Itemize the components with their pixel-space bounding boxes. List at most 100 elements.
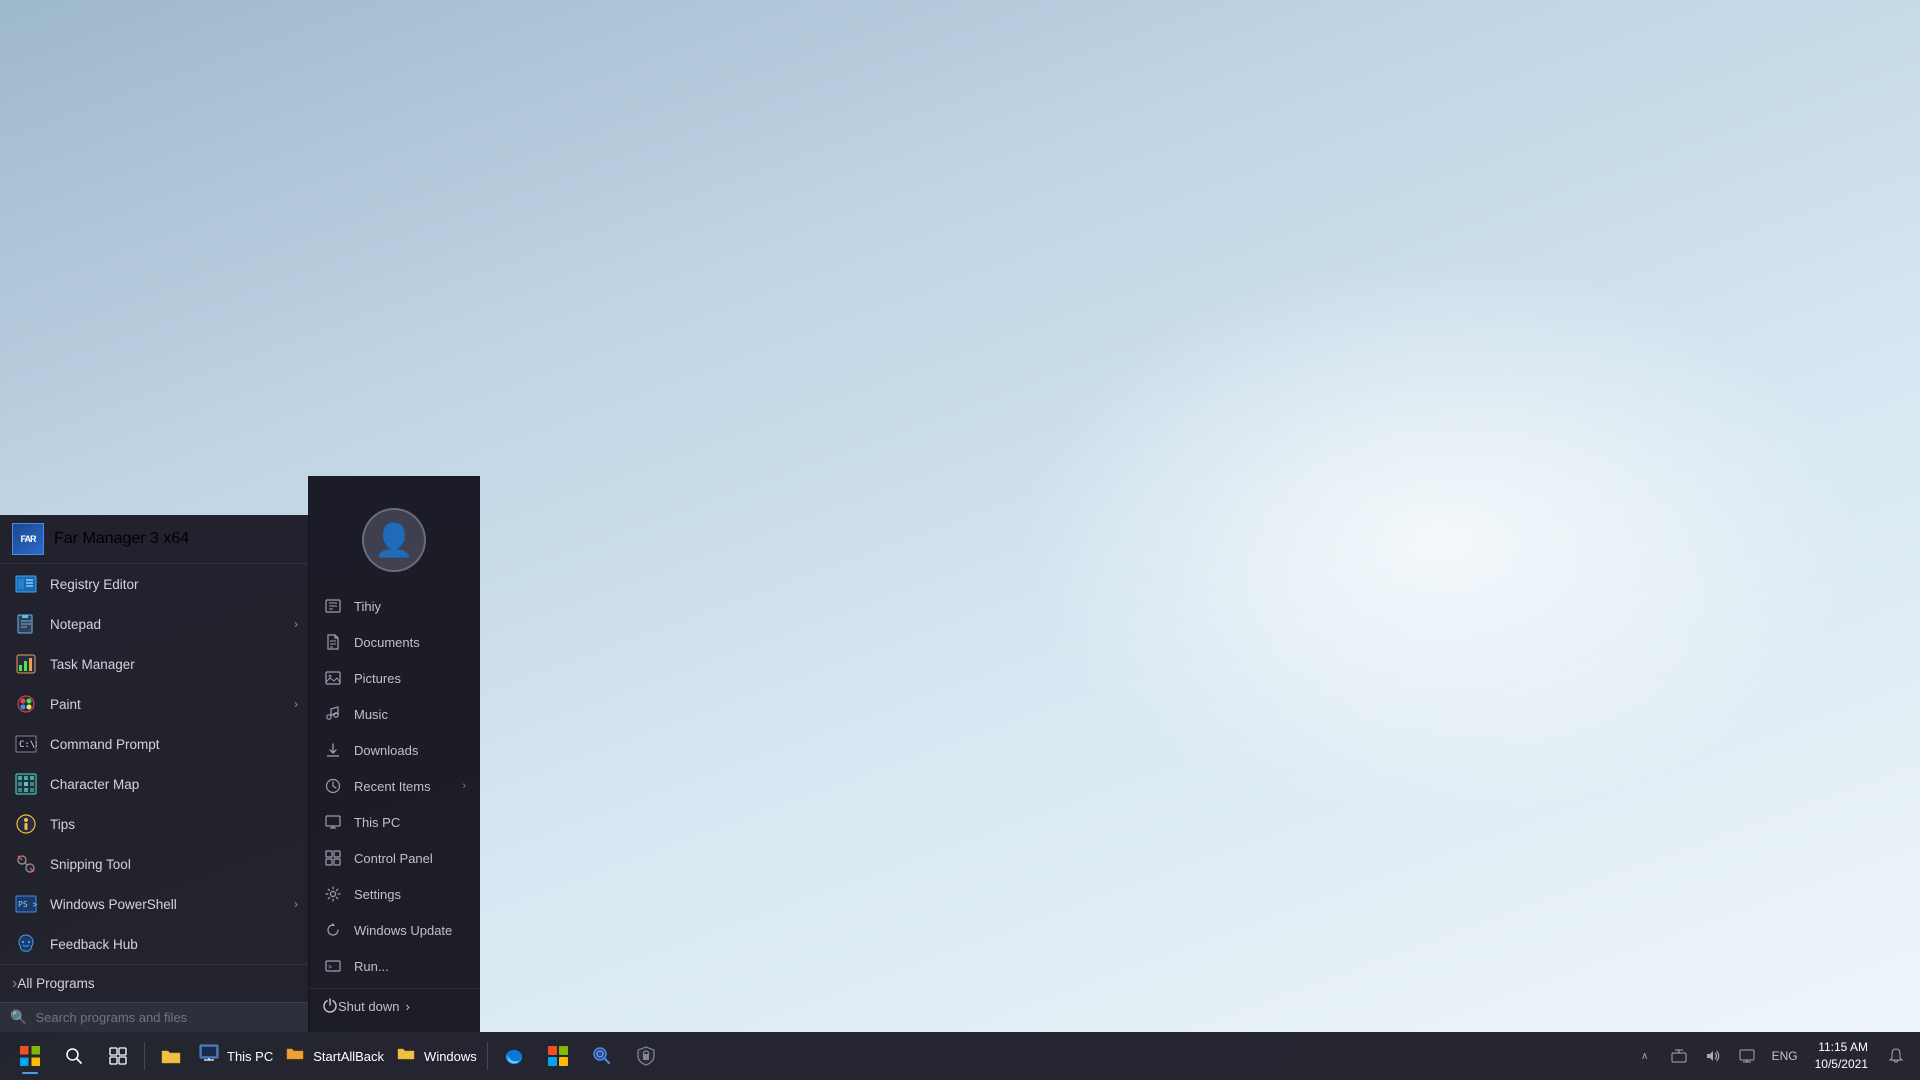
this-pc-taskbar-icon — [199, 1043, 219, 1069]
tihiy-label: Tihiy — [354, 599, 381, 614]
notepad-icon — [12, 610, 40, 638]
left-menu-item-feedback-hub[interactable]: Feedback Hub — [0, 924, 310, 964]
left-menu-item-registry-editor[interactable]: Registry Editor — [0, 564, 310, 604]
right-item-music[interactable]: Music — [308, 696, 480, 732]
clock-date: 10/5/2021 — [1815, 1056, 1868, 1073]
right-item-recent-items[interactable]: Recent Items › — [308, 768, 480, 804]
paint-arrow: › — [294, 697, 298, 711]
start-menu-right-panel: 👤 Tihiy Documents — [308, 476, 480, 1032]
search-bar: 🔍 — [0, 1002, 310, 1032]
this-pc-taskbar[interactable]: This PC — [193, 1036, 279, 1076]
store-button[interactable] — [538, 1036, 578, 1076]
start-button[interactable] — [10, 1036, 50, 1076]
this-pc-icon — [322, 811, 344, 833]
right-item-tihiy[interactable]: Tihiy — [308, 588, 480, 624]
user-avatar[interactable]: 👤 — [362, 508, 426, 572]
search-input[interactable] — [35, 1010, 300, 1025]
language-indicator[interactable]: ENG — [1767, 1047, 1803, 1065]
notification-button[interactable] — [1880, 1036, 1912, 1076]
start-menu-left-panel: FAR Far Manager 3 x64 Registry Editor — [0, 515, 310, 1032]
network-icon[interactable] — [1663, 1040, 1695, 1072]
right-item-this-pc[interactable]: This PC — [308, 804, 480, 840]
edge-button[interactable] — [494, 1036, 534, 1076]
command-prompt-icon: C:\>_ — [12, 730, 40, 758]
clock[interactable]: 11:15 AM 10/5/2021 — [1807, 1037, 1876, 1075]
security-button[interactable] — [626, 1036, 666, 1076]
windows-update-icon — [322, 919, 344, 941]
right-item-settings[interactable]: Settings — [308, 876, 480, 912]
settings-icon — [322, 883, 344, 905]
right-item-downloads[interactable]: Downloads — [308, 732, 480, 768]
recent-items-icon — [322, 775, 344, 797]
avatar-person-icon: 👤 — [374, 521, 414, 559]
windows-update-label: Windows Update — [354, 923, 452, 938]
taskbar: This PC StartAllBack Windows — [0, 1032, 1920, 1080]
windows-folder-icon — [396, 1043, 416, 1069]
tihiy-icon — [322, 595, 344, 617]
command-prompt-label: Command Prompt — [50, 737, 160, 752]
startallback-taskbar[interactable]: StartAllBack — [279, 1036, 390, 1076]
user-avatar-area: 👤 — [308, 484, 480, 588]
pictures-icon — [322, 667, 344, 689]
display-icon[interactable] — [1731, 1040, 1763, 1072]
paint-label: Paint — [50, 697, 81, 712]
right-item-windows-update[interactable]: Windows Update — [308, 912, 480, 948]
all-programs-label: All Programs — [17, 976, 94, 991]
all-programs-item[interactable]: › All Programs — [0, 964, 310, 1002]
svg-text:>_: >_ — [328, 963, 337, 971]
recent-items-arrow: › — [462, 780, 466, 792]
svg-text:PS >_: PS >_ — [18, 900, 37, 909]
left-menu-item-tips[interactable]: Tips — [0, 804, 310, 844]
task-manager-label: Task Manager — [50, 657, 135, 672]
paint-icon — [12, 690, 40, 718]
right-item-control-panel[interactable]: Control Panel — [308, 840, 480, 876]
startallback-label: StartAllBack — [313, 1049, 384, 1064]
snipping-tool-icon — [12, 850, 40, 878]
documents-label: Documents — [354, 635, 420, 650]
control-panel-label: Control Panel — [354, 851, 433, 866]
shutdown-button[interactable]: Shut down › — [308, 988, 480, 1024]
windows-folder-label: Windows — [424, 1049, 477, 1064]
left-menu-item-snipping-tool[interactable]: Snipping Tool — [0, 844, 310, 884]
volume-icon[interactable] — [1697, 1040, 1729, 1072]
taskbar-search-button[interactable] — [54, 1036, 94, 1076]
shutdown-arrow: › — [405, 999, 409, 1014]
downloads-icon — [322, 739, 344, 761]
left-menu-item-windows-powershell[interactable]: PS >_ Windows PowerShell › — [0, 884, 310, 924]
left-menu-item-command-prompt[interactable]: C:\>_ Command Prompt — [0, 724, 310, 764]
startallback-icon — [285, 1043, 305, 1069]
right-item-run[interactable]: >_ Run... — [308, 948, 480, 984]
left-menu-item-paint[interactable]: Paint › — [0, 684, 310, 724]
powershell-arrow: › — [294, 897, 298, 911]
task-manager-icon — [12, 650, 40, 678]
clock-time: 11:15 AM — [1815, 1039, 1868, 1056]
tips-label: Tips — [50, 817, 75, 832]
this-pc-label: This PC — [354, 815, 400, 830]
right-item-documents[interactable]: Documents — [308, 624, 480, 660]
far-manager-icon: FAR — [12, 523, 44, 555]
tips-icon — [12, 810, 40, 838]
left-menu-item-notepad[interactable]: Notepad › — [0, 604, 310, 644]
documents-icon — [322, 631, 344, 653]
right-item-pictures[interactable]: Pictures — [308, 660, 480, 696]
control-panel-icon — [322, 847, 344, 869]
taskbar-right-area: ∧ — [1629, 1036, 1912, 1076]
file-explorer-button[interactable] — [151, 1036, 191, 1076]
character-map-icon — [12, 770, 40, 798]
taskbar-search2-button[interactable] — [582, 1036, 622, 1076]
character-map-label: Character Map — [50, 777, 139, 792]
shutdown-label: Shut down — [338, 999, 399, 1014]
windows-folder-taskbar[interactable]: Windows — [390, 1036, 483, 1076]
pinned-top-label: Far Manager 3 x64 — [54, 530, 189, 548]
windows-powershell-label: Windows PowerShell — [50, 897, 177, 912]
shutdown-icon — [322, 997, 338, 1016]
snipping-tool-label: Snipping Tool — [50, 857, 131, 872]
notepad-arrow: › — [294, 617, 298, 631]
feedback-hub-icon — [12, 930, 40, 958]
pinned-top-app[interactable]: FAR Far Manager 3 x64 — [0, 515, 310, 564]
left-menu-item-character-map[interactable]: Character Map — [0, 764, 310, 804]
task-view-button[interactable] — [98, 1036, 138, 1076]
tray-chevron-button[interactable]: ∧ — [1629, 1040, 1661, 1072]
taskbar-separator-2 — [487, 1042, 488, 1070]
left-menu-item-task-manager[interactable]: Task Manager — [0, 644, 310, 684]
